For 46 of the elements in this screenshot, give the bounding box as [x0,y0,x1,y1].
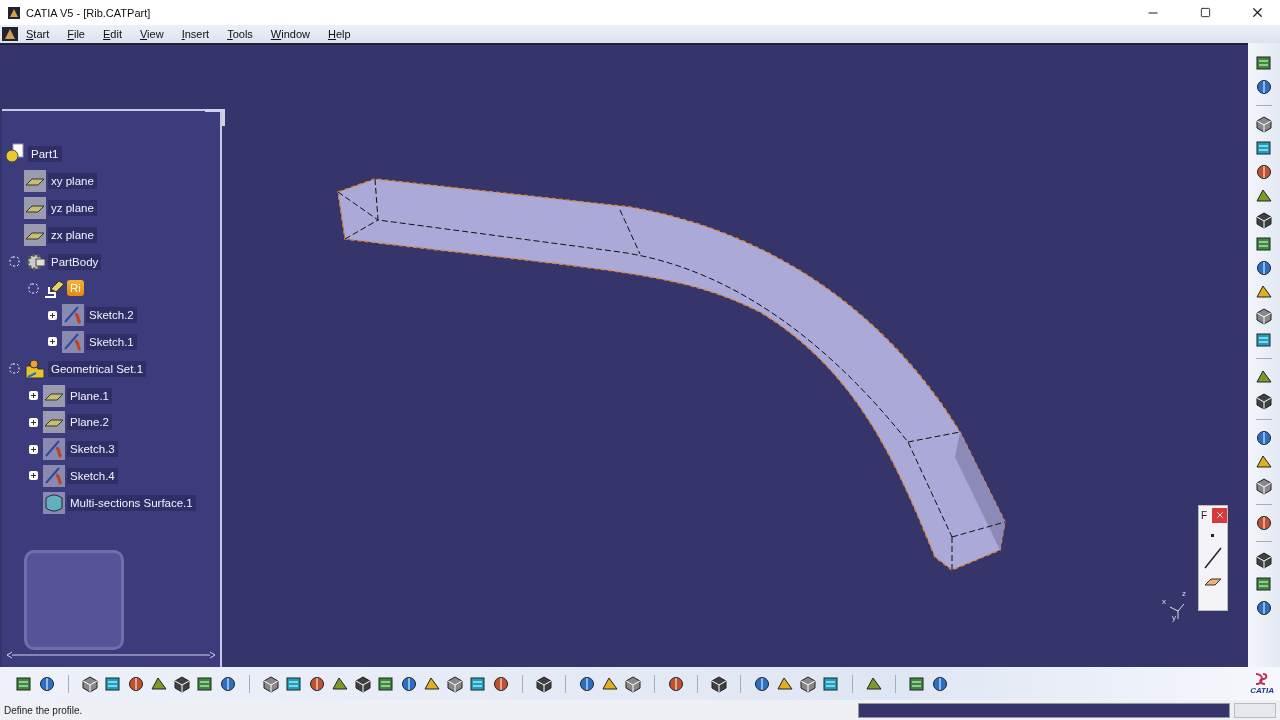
collapse-toggle-icon[interactable] [9,256,20,268]
tree-item[interactable]: Sketch.3 [67,441,118,458]
menu-item[interactable]: Start [18,28,60,40]
command-field[interactable] [858,702,1230,718]
horizontal-scrollbar[interactable] [6,651,216,659]
part-icon [4,143,26,166]
plane-icon [24,170,46,193]
menu-item[interactable]: Help [320,28,361,40]
axis-label: z [1182,589,1186,598]
close-icon [1214,510,1225,520]
plane-icon [24,197,46,219]
collapse-toggle-icon[interactable] [9,363,20,375]
line-icon[interactable] [1203,546,1223,570]
expand-toggle-icon[interactable] [28,443,39,455]
tree-item[interactable]: xy plane [48,173,97,190]
menu-item[interactable]: Insert [173,28,220,40]
app-icon [8,6,20,19]
plane-icon [43,384,65,407]
tree-item[interactable]: Part1 [28,146,62,163]
menu-item[interactable]: View [131,28,174,40]
plane-icon [43,411,65,434]
expand-toggle-icon[interactable] [28,470,39,482]
expand-toggle-icon[interactable] [28,390,39,402]
axis-label: y [1172,613,1176,622]
toolbar-title: F [1200,509,1208,521]
close-button[interactable] [1212,507,1227,523]
menu-item[interactable]: Edit [95,28,132,40]
tree-corner-mark [205,109,225,126]
logo-text: CATIA [1250,686,1274,695]
collapse-toggle-icon[interactable] [28,282,39,294]
window-title: CATIA V5 - [Rib.CATPart] [26,6,152,19]
maximize-icon[interactable] [1199,7,1211,18]
axis-label: x [1162,597,1166,606]
status-message: Define the profile. [4,704,84,716]
menu-item[interactable]: Window [262,28,320,40]
geometrical-set-icon [24,357,46,380]
menu-item[interactable]: File [59,28,95,40]
catia-menu-icon[interactable] [2,27,18,41]
expand-toggle-icon[interactable] [28,416,39,428]
expand-toggle-icon[interactable] [47,309,58,321]
multi-section-surface-icon [43,491,65,514]
menu-item[interactable]: Tools [219,28,263,40]
tree-item[interactable]: Plane.2 [67,414,112,431]
plane-icon [24,223,46,246]
tree-item[interactable]: Sketch.2 [86,307,137,324]
expand-toggle-icon[interactable] [47,336,58,348]
